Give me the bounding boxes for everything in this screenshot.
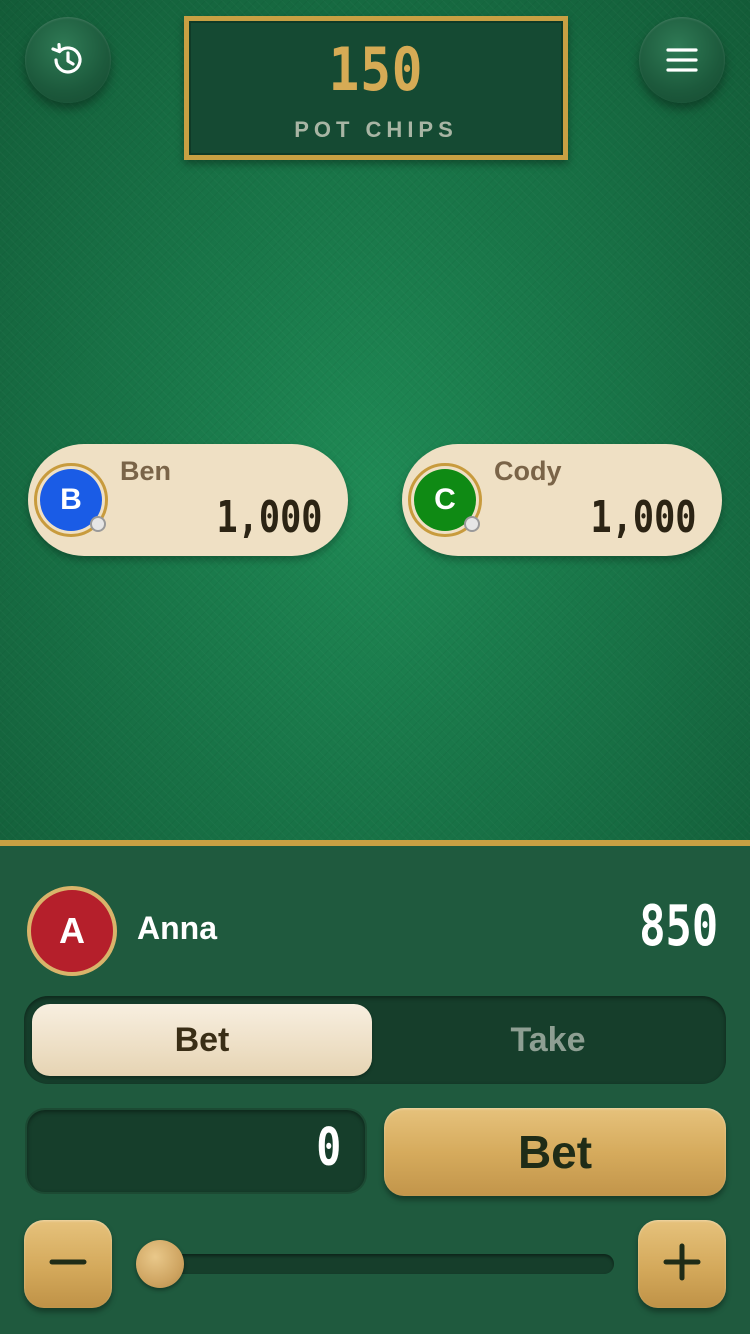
decrease-button[interactable]: [24, 1220, 112, 1308]
opponent-ben[interactable]: B Ben 1,000: [28, 444, 348, 556]
menu-icon: [664, 42, 700, 78]
avatar: A: [27, 886, 117, 976]
minus-icon: [48, 1242, 88, 1286]
bet-slider-track[interactable]: [138, 1254, 614, 1274]
bet-amount-value: 0: [315, 1118, 341, 1178]
opponent-cody[interactable]: C Cody 1,000: [402, 444, 722, 556]
status-dot: [464, 516, 480, 532]
increase-button[interactable]: [638, 1220, 726, 1308]
player-name: Cody: [494, 456, 562, 486]
pot-amount: 150: [328, 35, 424, 105]
pot-label: POT CHIPS: [294, 117, 458, 142]
pot-display: 150 POT CHIPS: [184, 16, 568, 160]
player-name: Ben: [120, 456, 172, 486]
tab-bet[interactable]: Bet: [32, 1004, 372, 1076]
plus-icon: [662, 1242, 702, 1286]
my-name: Anna: [137, 910, 217, 946]
player-chips: 1,000: [216, 492, 322, 543]
mode-toggle: Bet Take: [24, 996, 726, 1084]
control-panel: A Anna 850 Bet Take 0 Bet: [0, 840, 750, 1334]
player-chips: 1,000: [590, 492, 696, 543]
my-chips: 850: [639, 894, 718, 959]
history-button[interactable]: [25, 17, 111, 103]
bet-button[interactable]: Bet: [384, 1108, 726, 1196]
bet-slider-thumb[interactable]: [136, 1240, 184, 1288]
bet-amount-field[interactable]: 0: [25, 1108, 367, 1194]
menu-button[interactable]: [639, 17, 725, 103]
tab-take[interactable]: Take: [378, 1004, 718, 1076]
status-dot: [90, 516, 106, 532]
history-icon: [48, 40, 88, 80]
